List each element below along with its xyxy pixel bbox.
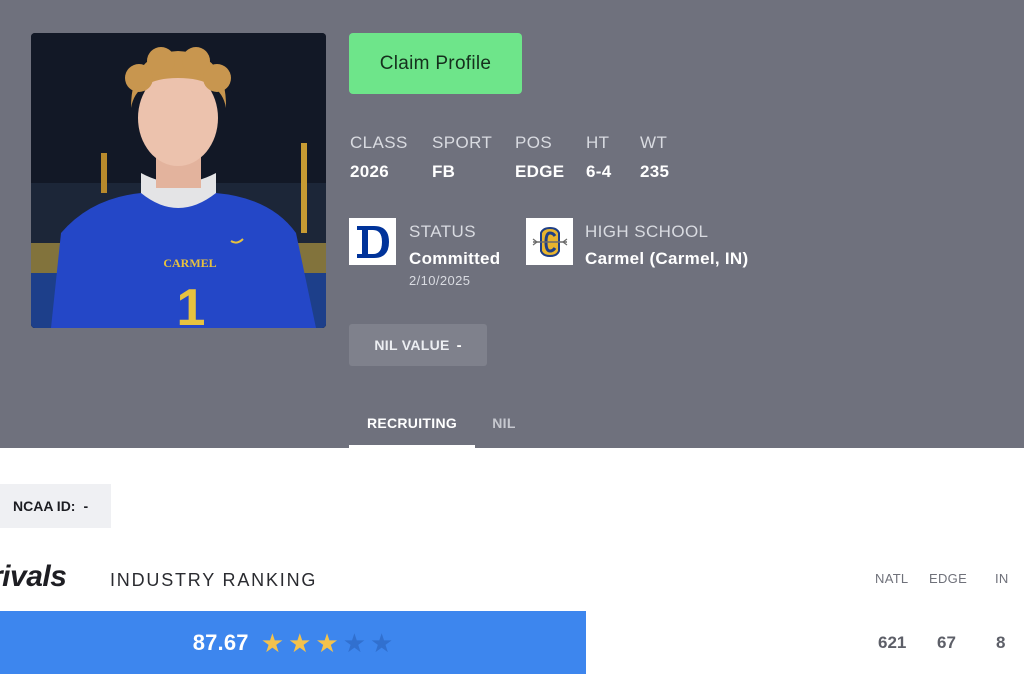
stat-class: CLASS 2026: [350, 133, 408, 182]
rank-value-position[interactable]: 67: [937, 633, 956, 653]
stat-sport: SPORT FB: [432, 133, 492, 182]
status-value: Committed: [409, 249, 501, 268]
rating-score: 87.67: [192, 629, 249, 655]
stat-wt: WT 235: [640, 133, 669, 182]
nil-value-button[interactable]: NIL VALUE -: [349, 324, 487, 366]
stat-value: FB: [432, 162, 456, 181]
status-date: 2/10/2025: [409, 273, 471, 288]
rivals-logo: rivals: [0, 560, 67, 593]
star-filled-icon: ★: [288, 627, 312, 658]
carmel-logo-icon[interactable]: [526, 218, 573, 265]
stat-label: HT: [586, 133, 610, 152]
rank-column-natl: NATL: [875, 571, 909, 586]
rank-value-state[interactable]: 8: [996, 633, 1005, 653]
ncaa-id-label: NCAA ID:: [13, 498, 76, 514]
star-filled-icon: ★: [260, 627, 285, 658]
star-empty-icon: ★: [342, 627, 366, 658]
stat-value: 235: [640, 162, 670, 181]
stat-value: 6-4: [586, 162, 612, 181]
nil-value-label: NIL VALUE: [374, 337, 450, 353]
stat-label: CLASS: [350, 133, 408, 152]
ncaa-id-badge: NCAA ID: -: [0, 484, 111, 528]
nil-value-amount: -: [456, 336, 462, 354]
tab-recruiting[interactable]: RECRUITING: [349, 405, 475, 448]
jersey-text: CARMEL: [163, 256, 216, 270]
stat-ht: HT 6-4: [586, 133, 611, 182]
player-photo: CARMEL 1: [31, 33, 326, 328]
rating-bar: 87.67 ★ ★ ★ ★ ★: [0, 611, 586, 674]
claim-profile-button[interactable]: Claim Profile: [349, 33, 522, 94]
status-label: STATUS: [409, 222, 476, 241]
duke-logo-icon[interactable]: [349, 218, 396, 265]
ncaa-id-value: -: [83, 498, 89, 514]
stat-label: SPORT: [432, 133, 493, 152]
star-rating: ★ ★ ★ ★ ★: [261, 630, 394, 656]
industry-ranking-title: INDUSTRY RANKING: [110, 570, 318, 590]
rank-column-position: EDGE: [929, 571, 968, 586]
jersey-number: 1: [177, 279, 206, 328]
stat-label: POS: [515, 133, 553, 152]
tab-nil[interactable]: NIL: [484, 405, 524, 448]
stat-label: WT: [640, 133, 668, 152]
rank-value-natl[interactable]: 621: [878, 633, 906, 653]
stat-pos: POS EDGE: [515, 133, 564, 182]
high-school-label: HIGH SCHOOL: [585, 222, 709, 241]
stat-value: 2026: [350, 162, 390, 181]
high-school-value[interactable]: Carmel (Carmel, IN): [585, 249, 748, 269]
star-filled-icon: ★: [315, 627, 339, 658]
rank-column-state: IN: [995, 571, 1009, 586]
stat-value: EDGE: [515, 162, 565, 181]
star-empty-icon: ★: [370, 627, 394, 658]
